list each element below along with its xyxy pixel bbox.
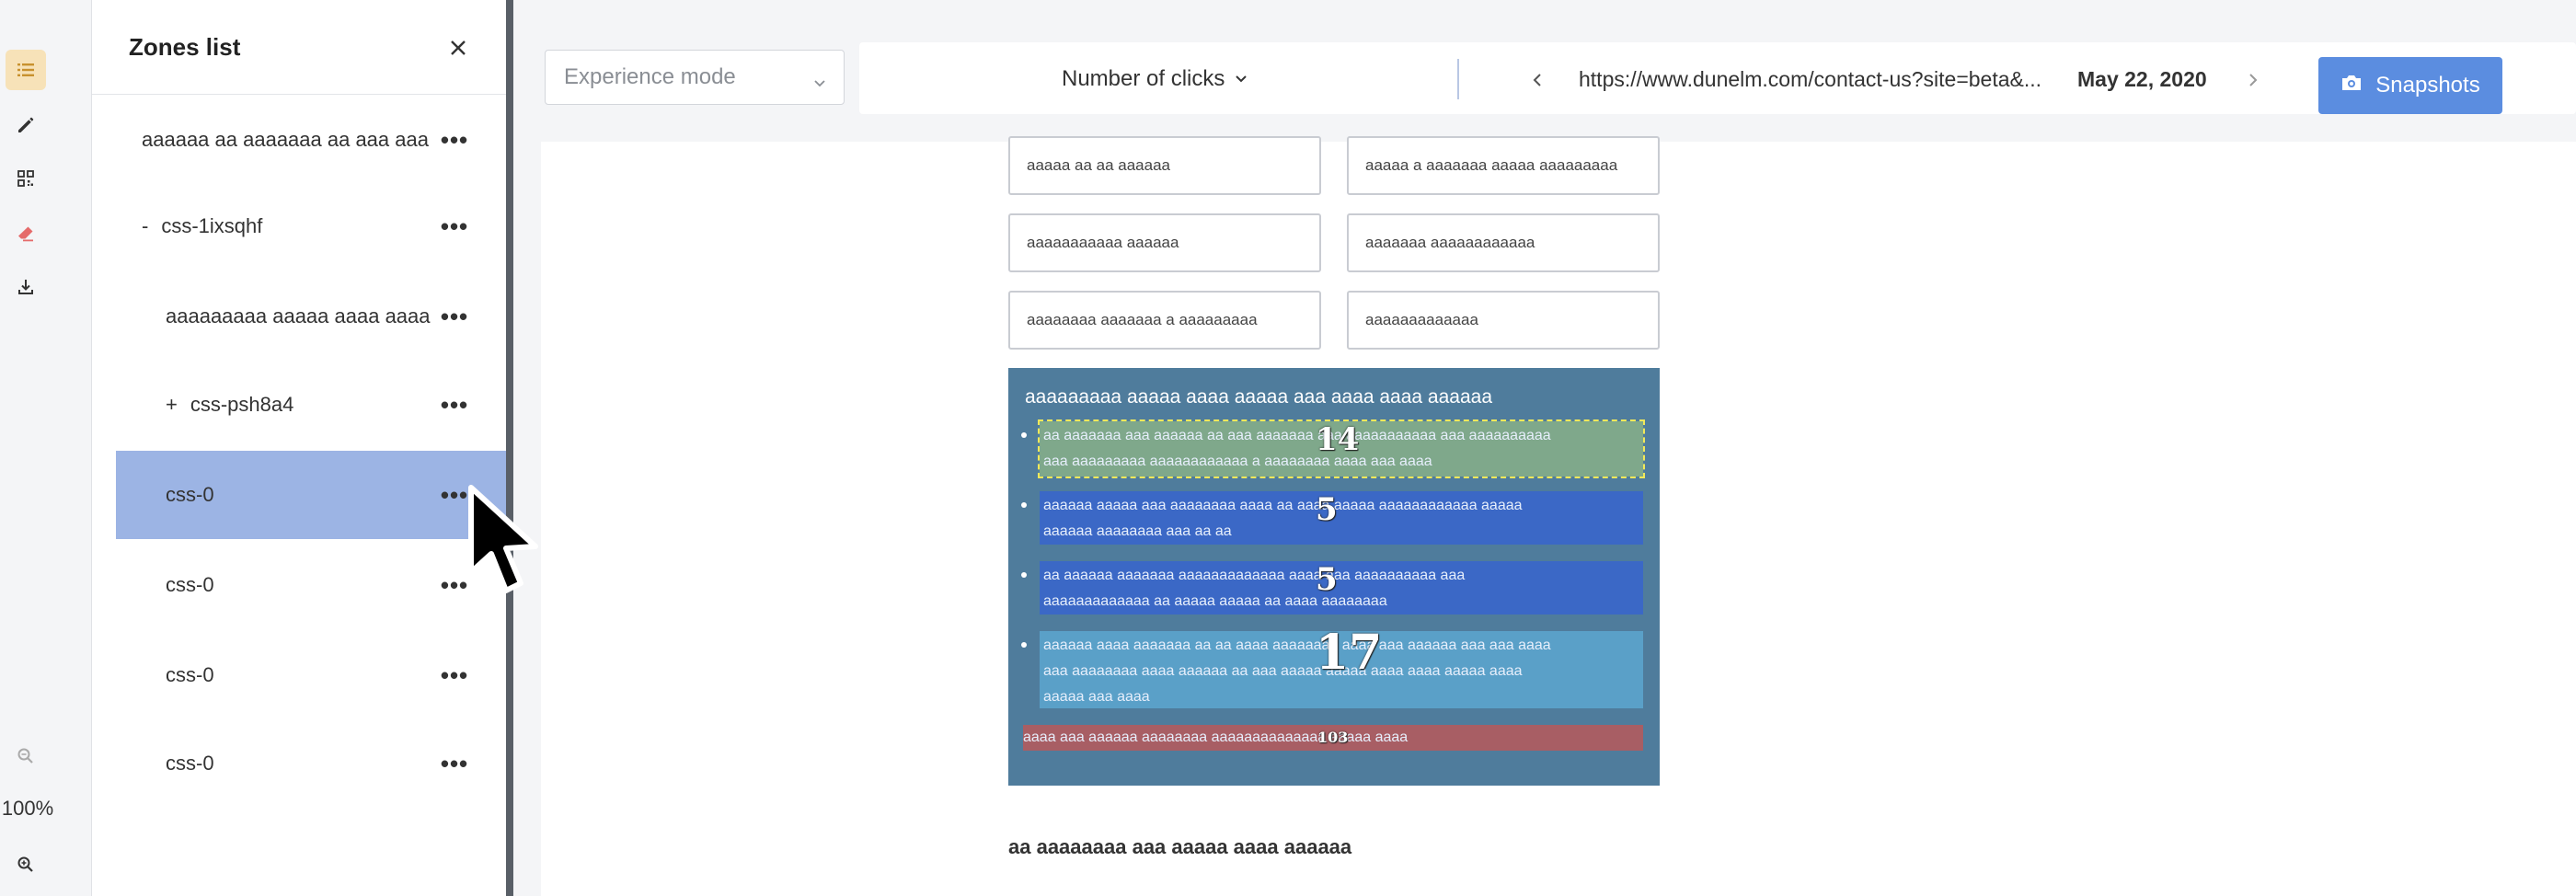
zones-panel-title: Zones list [129, 33, 241, 61]
heatmap-zone[interactable]: aaaaaa aaaaa aaa aaaaaaaa aaaa aa aaaa a… [1040, 491, 1643, 545]
zone-item[interactable]: css-0 ••• [116, 631, 506, 719]
snapshots-button[interactable]: Snapshots [2318, 57, 2502, 114]
heatmap-zone[interactable]: aaaa aaa aaaaaa aaaaaaaa aaaaaaaaaaaaaa … [1023, 725, 1643, 751]
more-options-icon[interactable]: ••• [436, 126, 473, 154]
divider [92, 94, 506, 95]
left-toolbar: 100% [0, 0, 92, 896]
page-url: https://www.dunelm.com/contact-us?site=b… [1579, 67, 2042, 91]
page-preview: aaaaa aa aa aaaaaa aaaaa a aaaaaaa aaaaa… [541, 136, 2576, 896]
camera-icon [2340, 73, 2363, 98]
zone-label: aaaaaa aa aaaaaaa aa aaa aaa [142, 128, 445, 152]
heatmap-zone[interactable]: aaaaaa aaaa aaaaaaa aa aa aaaa aaaaaaaa … [1040, 625, 1643, 708]
zoom-level: 100% [1, 797, 54, 820]
pencil-icon[interactable] [6, 105, 46, 145]
app-window: 100% Zones list aaaaaa aa aaaaaaa aa aaa… [0, 0, 2576, 896]
close-icon[interactable] [438, 28, 478, 68]
zoom-out-icon[interactable] [6, 736, 46, 776]
zone-text: aaaaa aaa aaaa [1043, 689, 1150, 705]
form-field[interactable]: aaaaaaaaaaaaa [1347, 291, 1660, 350]
chevron-right-icon[interactable] [2239, 66, 2267, 94]
zone-item[interactable]: aaaaaaaaa aaaaa aaaa aaaa ••• [116, 272, 506, 361]
chevron-down-icon [812, 71, 827, 97]
eraser-icon[interactable] [6, 213, 46, 254]
form-field[interactable]: aaaaaaa aaaaaaaaaaaa [1347, 213, 1660, 272]
top-toolbar: Experience mode Number of clicks https:/… [513, 33, 2576, 142]
zone-item[interactable]: + css-psh8a4 ••• [116, 361, 506, 449]
click-count-label: 5 [1316, 561, 1338, 598]
zone-name: css-0 [166, 752, 214, 775]
content-area: Experience mode Number of clicks https:/… [513, 0, 2576, 896]
click-count-label: 14 [1316, 421, 1360, 458]
zone-text: aaaaaaaaaaaaa aa aaaaa aaaaa aa aaaa aaa… [1043, 593, 1387, 609]
bullet-icon [1021, 502, 1027, 508]
more-options-icon[interactable]: ••• [436, 661, 473, 689]
form-field[interactable]: aaaaa a aaaaaaa aaaaa aaaaaaaaa [1347, 136, 1660, 195]
zone-name: css-1ixsqhf [161, 214, 263, 237]
click-count-label: 17 [1316, 625, 1383, 681]
zone-name: aaaaaaaaa aaaaa aaaa aaaa [166, 304, 431, 327]
zones-panel: Zones list aaaaaa aa aaaaaaa aa aaa aaa •… [92, 0, 506, 896]
zone-label: - css-1ixsqhf [142, 214, 445, 238]
zone-text: aaaaaa aaaaaaaa aaa aa aa [1043, 523, 1232, 539]
download-icon[interactable] [6, 267, 46, 307]
zone-label: css-0 [166, 663, 469, 687]
heatmap-zone[interactable]: aa aaaaaa aaaaaaa aaaaaaaaaaaaa aaaa aaa… [1040, 561, 1643, 615]
qr-icon[interactable] [6, 158, 46, 199]
zone-text: aa aaaaaa aaaaaaa aaaaaaaaaaaaa aaaa aaa… [1043, 568, 1466, 583]
zone-label: css-0 [166, 752, 469, 775]
panel-splitter[interactable] [506, 0, 513, 896]
zone-item[interactable]: css-0 ••• [116, 541, 506, 629]
zone-label: css-0 [166, 573, 469, 597]
zone-text: aaaaaa aaaaa aaa aaaaaaaa aaaa aa aaaa a… [1043, 498, 1523, 513]
form-field[interactable]: aaaaa aa aa aaaaaa [1008, 136, 1321, 195]
chevron-left-icon[interactable] [1524, 66, 1551, 94]
section-heading: aa aaaaaaaa aaa aaaaa aaaa aaaaaa [1008, 835, 1352, 858]
more-options-icon[interactable]: ••• [436, 391, 473, 419]
form-field[interactable]: aaaaaaaaaaa aaaaaa [1008, 213, 1321, 272]
zone-label: css-0 [166, 483, 469, 507]
bullet-icon [1021, 642, 1027, 648]
metric-select[interactable]: Number of clicks [1062, 66, 1248, 92]
snapshots-label: Snapshots [2375, 73, 2480, 98]
mouse-cursor [467, 484, 550, 606]
divider [1457, 59, 1459, 99]
zone-item[interactable]: - css-1ixsqhf ••• [116, 182, 506, 270]
experience-mode-placeholder: Experience mode [564, 64, 736, 89]
zone-item[interactable]: css-0 ••• [116, 719, 506, 808]
experience-mode-select[interactable]: Experience mode [545, 50, 845, 105]
zone-item[interactable]: css-0 ••• [116, 451, 506, 539]
zone-label: aaaaaaaaa aaaaa aaaa aaaa [166, 304, 469, 328]
heatmap-zone[interactable]: aa aaaaaaa aaa aaaaaa aa aaa aaaaaaa aaa… [1038, 419, 1645, 478]
metric-label: Number of clicks [1062, 66, 1225, 91]
more-options-icon[interactable]: ••• [436, 303, 473, 330]
zone-name: css-0 [166, 573, 214, 596]
bullet-icon [1021, 572, 1027, 578]
more-options-icon[interactable]: ••• [436, 213, 473, 240]
zoom-in-icon[interactable] [6, 844, 46, 885]
zone-label: + css-psh8a4 [166, 393, 469, 417]
click-count-label: 103 [1317, 729, 1349, 746]
heatmap-heading: aaaaaaaaa aaaaa aaaa aaaaa aaa aaaa aaaa… [1025, 386, 1493, 408]
zone-item[interactable]: aaaaaa aa aaaaaaa aa aaa aaa ••• [116, 96, 506, 184]
bullet-icon [1021, 432, 1027, 438]
collapse-icon[interactable]: - [142, 214, 148, 238]
more-options-icon[interactable]: ••• [436, 750, 473, 777]
list-icon[interactable] [6, 50, 46, 90]
chevron-down-icon [1234, 66, 1248, 92]
expand-icon[interactable]: + [166, 393, 178, 417]
heatmap-container: aaaaaaaaa aaaaa aaaa aaaaa aaa aaaa aaaa… [1008, 368, 1660, 786]
snapshot-bar: Number of clicks https://www.dunelm.com/… [859, 42, 2576, 114]
zone-name: aaaaaa aa aaaaaaa aa aaa aaa [142, 128, 429, 151]
zone-name: css-psh8a4 [190, 393, 294, 416]
snapshot-date: May 22, 2020 [2077, 67, 2207, 91]
click-count-label: 5 [1316, 491, 1338, 528]
form-field[interactable]: aaaaaaaa aaaaaaa a aaaaaaaaa [1008, 291, 1321, 350]
zone-name: css-0 [166, 663, 214, 686]
zone-name: css-0 [166, 483, 214, 506]
